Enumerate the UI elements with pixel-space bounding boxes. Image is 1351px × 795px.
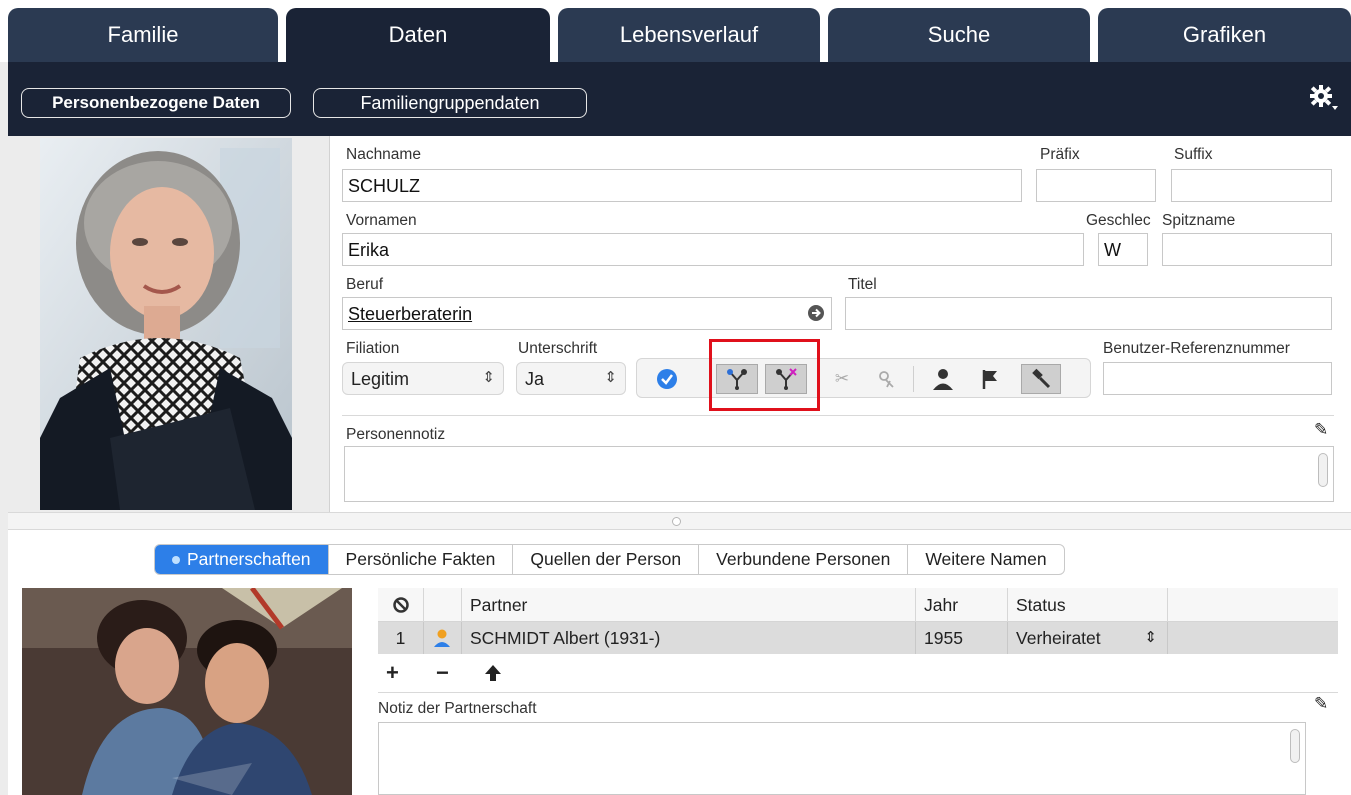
partner-column-header[interactable]: Partner (462, 588, 916, 622)
subtab-verbundene-personen[interactable]: Verbundene Personen (699, 545, 909, 574)
filiation-select[interactable]: Legitim ⇕ (342, 362, 504, 395)
arrow-right-circle-icon[interactable] (807, 304, 825, 327)
sub-toolbar: Personenbezogene Daten Familiengruppenda… (8, 62, 1351, 136)
nickname-field[interactable] (1162, 233, 1332, 266)
nickname-label: Spitzname (1162, 212, 1236, 229)
scrollbar[interactable] (1290, 729, 1300, 763)
partner-name[interactable]: SCHMIDT Albert (1931-) (462, 622, 916, 654)
add-button[interactable]: + (386, 660, 399, 686)
main-tab-bar: Familie Daten Lebensverlauf Suche Grafik… (0, 0, 1351, 62)
person-icon (424, 622, 462, 654)
person-photo[interactable] (40, 138, 292, 510)
partnership-note-field[interactable] (378, 722, 1306, 795)
pane-splitter[interactable] (8, 512, 1351, 530)
filiation-value: Legitim (351, 369, 410, 389)
subtab-persoenliche-fakten[interactable]: Persönliche Fakten (329, 545, 514, 574)
highlight-box (709, 339, 820, 411)
suffix-field[interactable] (1171, 169, 1332, 202)
year-column-header[interactable]: Jahr (916, 588, 1008, 622)
table-header-icon (424, 588, 462, 622)
occupation-label: Beruf (346, 276, 384, 293)
personal-data-button[interactable]: Personenbezogene Daten (21, 88, 291, 118)
row-number: 1 (378, 622, 424, 654)
partnership-year[interactable]: 1955 (916, 622, 1008, 654)
relationship-toolbar: ✂ (636, 358, 1091, 398)
sex-label: Geschlec (1086, 212, 1151, 229)
gavel-icon[interactable] (1021, 364, 1061, 394)
updown-chevron-icon: ⇕ (482, 369, 495, 386)
given-names-label: Vornamen (346, 212, 417, 229)
pencil-icon[interactable]: ✎ (1314, 420, 1328, 440)
given-names-field[interactable]: Erika (342, 233, 1084, 266)
gear-icon[interactable] (1309, 84, 1339, 119)
person-icon[interactable] (929, 366, 957, 392)
tab-grafiken[interactable]: Grafiken (1098, 8, 1351, 62)
partnership-photo[interactable] (22, 588, 352, 795)
scissors-icon[interactable]: ✂ (829, 367, 855, 391)
toolbar-divider (913, 366, 914, 392)
table-row[interactable]: 1 SCHMIDT Albert (1931-) 1955 Verheirate… (378, 622, 1338, 654)
person-photo-pane (8, 136, 330, 512)
splitter-handle[interactable] (672, 517, 681, 526)
surname-field[interactable]: SCHULZ (342, 169, 1022, 202)
user-ref-field[interactable] (1103, 362, 1332, 395)
tab-suche[interactable]: Suche (828, 8, 1090, 62)
user-ref-label: Benutzer-Referenznummer (1103, 340, 1290, 357)
remove-button[interactable]: − (436, 660, 449, 686)
table-header: Partner Jahr Status (378, 588, 1338, 622)
unlink-person-icon[interactable] (873, 367, 899, 391)
signature-value: Ja (525, 369, 545, 389)
suffix-label: Suffix (1174, 146, 1213, 163)
prefix-field[interactable] (1036, 169, 1156, 202)
status-column-header[interactable]: Status (1008, 588, 1168, 622)
signature-label: Unterschrift (518, 340, 598, 357)
occupation-field[interactable]: Steuerberaterin (342, 297, 832, 330)
up-arrow-icon[interactable] (484, 662, 502, 688)
sex-field[interactable]: W (1098, 233, 1148, 266)
updown-chevron-icon: ⇕ (1144, 629, 1157, 646)
prefix-label: Präfix (1040, 146, 1080, 163)
status-select[interactable]: Verheiratet ⇕ (1008, 622, 1168, 654)
bullet-icon (172, 555, 180, 564)
partnerships-table: Partner Jahr Status 1 SCHMIDT Albert (19… (378, 588, 1338, 795)
lower-section: Partnerschaften Persönliche Fakten Quell… (8, 530, 1351, 795)
detail-subtabs: Partnerschaften Persönliche Fakten Quell… (154, 544, 1065, 575)
family-group-data-button[interactable]: Familiengruppendaten (313, 88, 587, 118)
tab-lebensverlauf[interactable]: Lebensverlauf (558, 8, 820, 62)
status-value: Verheiratet (1016, 627, 1101, 648)
title-field[interactable] (845, 297, 1332, 330)
tab-familie[interactable]: Familie (8, 8, 278, 62)
person-form: Nachname SCHULZ Präfix Suffix Vornamen E… (330, 136, 1351, 512)
signature-select[interactable]: Ja ⇕ (516, 362, 626, 395)
divider (342, 415, 1334, 416)
pencil-icon[interactable]: ✎ (1314, 694, 1328, 714)
occupation-value[interactable]: Steuerberaterin (348, 304, 472, 324)
surname-label: Nachname (346, 146, 421, 163)
title-label: Titel (848, 276, 877, 293)
person-note-label: Personennotiz (346, 426, 446, 443)
flag-icon[interactable] (977, 366, 1005, 392)
subtab-quellen-der-person[interactable]: Quellen der Person (513, 545, 700, 574)
tab-daten[interactable]: Daten (286, 8, 550, 62)
divider (378, 692, 1338, 693)
updown-chevron-icon: ⇕ (604, 369, 617, 386)
link-icon (378, 588, 424, 622)
checkmark-circle-icon[interactable] (655, 367, 679, 391)
partnership-note-label: Notiz der Partnerschaft (378, 700, 537, 717)
person-note-field[interactable] (344, 446, 1334, 502)
filiation-label: Filiation (346, 340, 400, 357)
scrollbar[interactable] (1318, 453, 1328, 487)
subtab-weitere-namen[interactable]: Weitere Namen (908, 545, 1063, 574)
subtab-partnerschaften[interactable]: Partnerschaften (155, 545, 329, 574)
